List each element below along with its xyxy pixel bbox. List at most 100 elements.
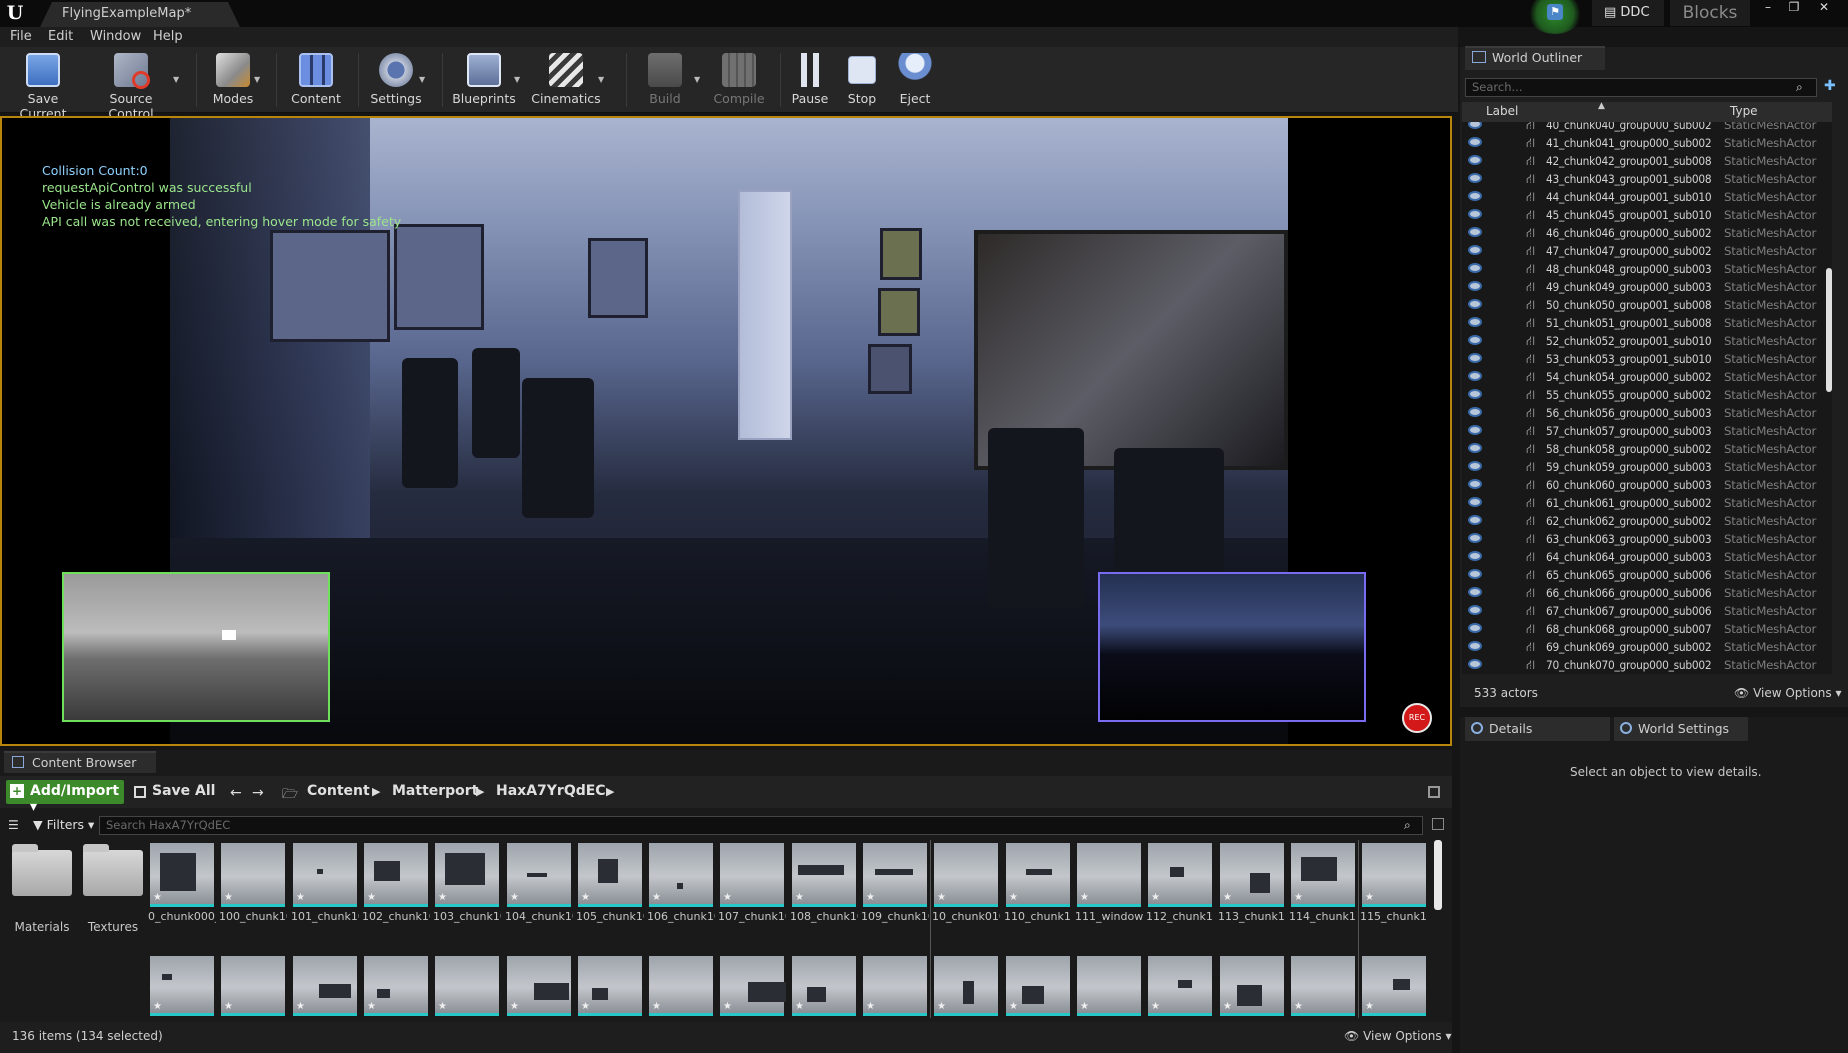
visibility-eye-icon[interactable]: [1468, 299, 1482, 309]
outliner-row[interactable]: ⛙ 59_chunk059_group000_sub003 StaticMeshAc…: [1462, 459, 1832, 477]
outliner-row[interactable]: ⛙ 51_chunk051_group001_sub008 StaticMeshAc…: [1462, 315, 1832, 333]
outliner-row[interactable]: ⛙ 66_chunk066_group000_sub006 StaticMeshAc…: [1462, 585, 1832, 603]
favorite-star-icon[interactable]: ★: [1223, 892, 1232, 903]
visibility-eye-icon[interactable]: [1468, 515, 1482, 525]
breadcrumb-content[interactable]: Content: [307, 783, 370, 799]
outliner-row[interactable]: ⛙ 41_chunk041_group000_sub002 StaticMeshAc…: [1462, 135, 1832, 153]
outliner-row[interactable]: ⛙ 64_chunk064_group000_sub003 StaticMeshAc…: [1462, 549, 1832, 567]
outliner-scrollbar[interactable]: [1826, 268, 1832, 392]
outliner-row[interactable]: ⛙ 52_chunk052_group001_sub010 StaticMeshAc…: [1462, 333, 1832, 351]
search-icon[interactable]: ⌕: [1404, 818, 1411, 833]
menu-edit[interactable]: Edit: [48, 29, 73, 44]
breadcrumb-folder[interactable]: HaxA7YrQdEC: [496, 783, 606, 799]
outliner-row[interactable]: ⛙ 70_chunk070_group000_sub002 StaticMeshAc…: [1462, 657, 1832, 674]
visibility-eye-icon[interactable]: [1468, 191, 1482, 201]
cinematics-button[interactable]: Cinematics: [530, 51, 602, 111]
asset-thumbnail[interactable]: ★: [435, 843, 499, 907]
source-control-button[interactable]: Source Control: [86, 51, 176, 121]
visibility-eye-icon[interactable]: [1468, 173, 1482, 183]
asset-thumbnail[interactable]: ★: [1291, 956, 1355, 1016]
favorite-star-icon[interactable]: ★: [510, 1001, 519, 1012]
favorite-star-icon[interactable]: ★: [866, 892, 875, 903]
favorite-star-icon[interactable]: ★: [866, 1001, 875, 1012]
back-arrow-icon[interactable]: ←: [230, 785, 242, 801]
outliner-row[interactable]: ⛙ 48_chunk048_group000_sub003 StaticMeshAc…: [1462, 261, 1832, 279]
outliner-row[interactable]: ⛙ 60_chunk060_group000_sub003 StaticMeshAc…: [1462, 477, 1832, 495]
visibility-eye-icon[interactable]: [1468, 551, 1482, 561]
folder-textures-icon[interactable]: [83, 844, 143, 896]
asset-thumbnail[interactable]: ★: [221, 956, 285, 1016]
asset-thumbnail[interactable]: ★: [293, 843, 357, 907]
world-settings-tab[interactable]: World Settings: [1614, 717, 1748, 741]
asset-thumbnail[interactable]: ★: [150, 956, 214, 1016]
favorite-star-icon[interactable]: ★: [1365, 892, 1374, 903]
content-search-input[interactable]: [99, 816, 1423, 835]
visibility-eye-icon[interactable]: [1468, 245, 1482, 255]
favorite-star-icon[interactable]: ★: [224, 1001, 233, 1012]
favorite-star-icon[interactable]: ★: [367, 892, 376, 903]
level-viewport[interactable]: Collision Count:0 requestApiControl was …: [0, 116, 1452, 746]
favorite-star-icon[interactable]: ★: [795, 1001, 804, 1012]
close-button[interactable]: ✕: [1812, 0, 1836, 16]
favorite-star-icon[interactable]: ★: [1365, 1001, 1374, 1012]
folder-materials-icon[interactable]: [12, 844, 72, 896]
build-dropdown-icon[interactable]: ▼: [694, 75, 700, 84]
favorite-star-icon[interactable]: ★: [438, 892, 447, 903]
visibility-eye-icon[interactable]: [1468, 371, 1482, 381]
asset-thumbnail[interactable]: ★: [578, 956, 642, 1016]
visibility-eye-icon[interactable]: [1468, 497, 1482, 507]
outliner-row[interactable]: ⛙ 47_chunk047_group000_sub002 StaticMeshAc…: [1462, 243, 1832, 261]
asset-thumbnail[interactable]: ★: [435, 956, 499, 1016]
outliner-row[interactable]: ⛙ 69_chunk069_group000_sub002 StaticMeshAc…: [1462, 639, 1832, 657]
eject-button[interactable]: Eject: [890, 51, 940, 111]
favorite-star-icon[interactable]: ★: [723, 892, 732, 903]
breadcrumb-matterport[interactable]: Matterport: [392, 783, 478, 799]
visibility-eye-icon[interactable]: [1468, 122, 1482, 129]
outliner-row[interactable]: ⛙ 68_chunk068_group000_sub007 StaticMeshAc…: [1462, 621, 1832, 639]
build-button[interactable]: Build: [636, 51, 694, 111]
minimize-button[interactable]: –: [1756, 0, 1780, 16]
favorite-star-icon[interactable]: ★: [1151, 892, 1160, 903]
outliner-row[interactable]: ⛙ 67_chunk067_group000_sub006 StaticMeshAc…: [1462, 603, 1832, 621]
asset-thumbnail[interactable]: ★: [1148, 843, 1212, 907]
visibility-eye-icon[interactable]: [1468, 479, 1482, 489]
favorite-star-icon[interactable]: ★: [296, 892, 305, 903]
outliner-row[interactable]: ⛙ 42_chunk042_group001_sub008 StaticMeshAc…: [1462, 153, 1832, 171]
favorite-star-icon[interactable]: ★: [652, 1001, 661, 1012]
visibility-eye-icon[interactable]: [1468, 605, 1482, 615]
favorite-star-icon[interactable]: ★: [296, 1001, 305, 1012]
favorite-star-icon[interactable]: ★: [153, 892, 162, 903]
favorite-star-icon[interactable]: ★: [1080, 892, 1089, 903]
visibility-eye-icon[interactable]: [1468, 443, 1482, 453]
outliner-row[interactable]: ⛙ 44_chunk044_group001_sub010 StaticMeshAc…: [1462, 189, 1832, 207]
favorite-star-icon[interactable]: ★: [510, 892, 519, 903]
asset-thumbnail[interactable]: ★: [1006, 956, 1070, 1016]
asset-thumbnail[interactable]: ★: [1077, 956, 1141, 1016]
filters-button[interactable]: ▼ Filters ▾: [33, 817, 94, 832]
asset-thumbnail[interactable]: ★: [1077, 843, 1141, 907]
visibility-eye-icon[interactable]: [1468, 533, 1482, 543]
favorite-star-icon[interactable]: ★: [1294, 1001, 1303, 1012]
favorite-star-icon[interactable]: ★: [1151, 1001, 1160, 1012]
stop-button[interactable]: Stop: [838, 51, 886, 111]
favorite-star-icon[interactable]: ★: [581, 1001, 590, 1012]
visibility-eye-icon[interactable]: [1468, 569, 1482, 579]
source-control-status-icon[interactable]: ⚑: [1547, 4, 1563, 20]
column-header-type[interactable]: Type: [1730, 104, 1758, 118]
menu-file[interactable]: File: [10, 29, 32, 44]
content-view-options[interactable]: 👁 View Options ▾: [1344, 1029, 1452, 1043]
asset-thumbnail[interactable]: ★: [364, 843, 428, 907]
favorite-star-icon[interactable]: ★: [1294, 892, 1303, 903]
asset-thumbnail[interactable]: ★: [720, 843, 784, 907]
outliner-row[interactable]: ⛙ 57_chunk057_group000_sub003 StaticMeshAc…: [1462, 423, 1832, 441]
outliner-row[interactable]: ⛙ 45_chunk045_group001_sub010 StaticMeshAc…: [1462, 207, 1832, 225]
breadcrumb-separator-icon[interactable]: ▶: [372, 785, 380, 798]
visibility-eye-icon[interactable]: [1468, 461, 1482, 471]
menu-window[interactable]: Window: [90, 29, 141, 44]
favorite-star-icon[interactable]: ★: [1080, 1001, 1089, 1012]
forward-arrow-icon[interactable]: →: [252, 785, 264, 801]
sources-panel-icon[interactable]: ☰: [8, 818, 19, 832]
compile-button[interactable]: Compile: [708, 51, 770, 111]
settings-dropdown-icon[interactable]: ▼: [419, 75, 425, 84]
save-all-button[interactable]: Save All: [134, 783, 215, 799]
